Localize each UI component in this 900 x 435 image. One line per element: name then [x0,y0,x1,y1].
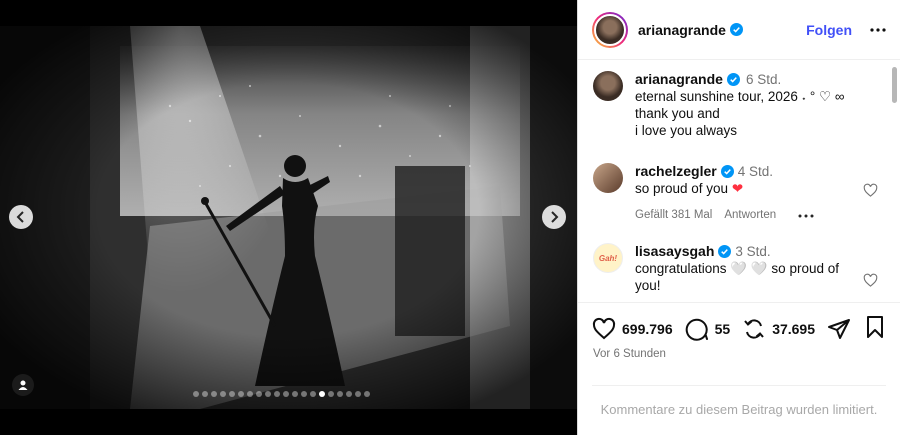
post-media [0,0,577,435]
commenter-username[interactable]: rachelzegler [635,163,717,179]
commenter-avatar[interactable] [593,163,623,193]
post-sidebar: arianagrande Folgen arianagrande 6 Std. e… [577,0,900,435]
next-slide-button[interactable] [542,205,566,229]
caption-row: arianagrande 6 Std. eternal sunshine tour… [593,71,865,139]
comment-row: Gah! lisasaysgah 3 Std. congratulations 🤍… [593,243,865,294]
reply-button[interactable]: Antworten [724,207,776,224]
carousel-dot[interactable] [310,391,316,397]
comment-bubble-icon [685,318,708,341]
verified-badge-icon [718,245,732,258]
carousel-dot[interactable] [220,391,226,397]
comment-row: rachelzegler 4 Std. so proud of you ❤ Gef… [593,163,865,224]
carousel-dot[interactable] [292,391,298,397]
carousel-dot[interactable] [211,391,217,397]
comments-list[interactable]: arianagrande 6 Std. eternal sunshine tour… [578,61,900,303]
verified-badge-icon [720,165,734,178]
chevron-right-icon [551,211,559,223]
carousel-dot[interactable] [355,391,361,397]
carousel-dot[interactable] [328,391,334,397]
comment-time[interactable]: 3 Std. [735,244,770,259]
save-button[interactable] [863,315,887,344]
verified-badge-icon [729,23,743,36]
carousel-dot[interactable] [283,391,289,397]
carousel-dot[interactable] [265,391,271,397]
post-photo[interactable] [0,26,577,409]
carousel-dot[interactable] [319,391,325,397]
carousel-dot[interactable] [238,391,244,397]
carousel-dot[interactable] [301,391,307,397]
comment-text: congratulations 🤍 🤍 so proud of you! [635,261,839,293]
comment-text: so proud of you ❤ [635,181,744,196]
author-username[interactable]: arianagrande [638,22,726,38]
carousel-dot[interactable] [193,391,199,397]
user-icon [18,380,28,390]
comment-time[interactable]: 4 Std. [738,164,773,179]
commenter-username[interactable]: lisasaysgah [635,243,714,259]
caption-avatar[interactable] [593,71,623,101]
post-header: arianagrande Folgen [578,0,900,60]
carousel-dot[interactable] [346,391,352,397]
tagged-users-button[interactable] [12,374,34,396]
verified-badge-icon [726,73,740,86]
share-button[interactable] [827,317,851,341]
reposts-count[interactable]: 37.695 [772,321,815,337]
send-icon [828,319,851,339]
commenter-avatar[interactable]: Gah! [593,243,623,273]
carousel-dot[interactable] [247,391,253,397]
caption-line: i love you always [635,123,738,138]
like-comment-heart-icon[interactable] [863,273,878,288]
carousel-dot[interactable] [202,391,208,397]
heart-icon [592,317,616,340]
author-avatar[interactable] [592,11,628,48]
comments-limited-notice: Kommentare zu diesem Beitrag wurden limi… [592,385,886,417]
caption-line: thank you and [635,106,720,121]
carousel-dot[interactable] [256,391,262,397]
bookmark-icon [867,315,884,338]
caption-line: eternal sunshine tour, 2026 ˖ ° ♡ ∞ [635,89,845,104]
carousel-dot[interactable] [274,391,280,397]
like-comment-heart-icon[interactable] [863,183,878,198]
likes-count[interactable]: 699.796 [622,321,673,337]
carousel-dot[interactable] [229,391,235,397]
repost-icon [744,319,764,339]
comment-more-icon[interactable] [798,214,814,218]
chevron-left-icon [16,211,24,223]
comment-likes[interactable]: Gefällt 381 Mal [635,207,712,224]
avatar-logo-text: Gah! [598,253,618,263]
previous-slide-button[interactable] [9,205,33,229]
more-horizontal-icon [870,27,886,32]
like-button[interactable]: 699.796 [592,317,673,341]
post-timestamp[interactable]: Vor 6 Stunden [593,348,666,360]
scrollbar[interactable] [892,67,897,103]
repost-button[interactable]: 37.695 [742,317,815,341]
carousel-dot[interactable] [337,391,343,397]
comment-button[interactable]: 55 [685,317,731,341]
post-actions-bar: 699.796 55 37.695 [592,314,886,344]
comments-count[interactable]: 55 [715,321,731,337]
caption-time[interactable]: 6 Std. [746,72,781,87]
concert-photo-image [0,26,577,409]
carousel-indicator [193,391,370,397]
more-options-button[interactable] [870,22,886,38]
follow-button[interactable]: Folgen [806,22,852,38]
carousel-dot[interactable] [364,391,370,397]
caption-username[interactable]: arianagrande [635,71,723,87]
